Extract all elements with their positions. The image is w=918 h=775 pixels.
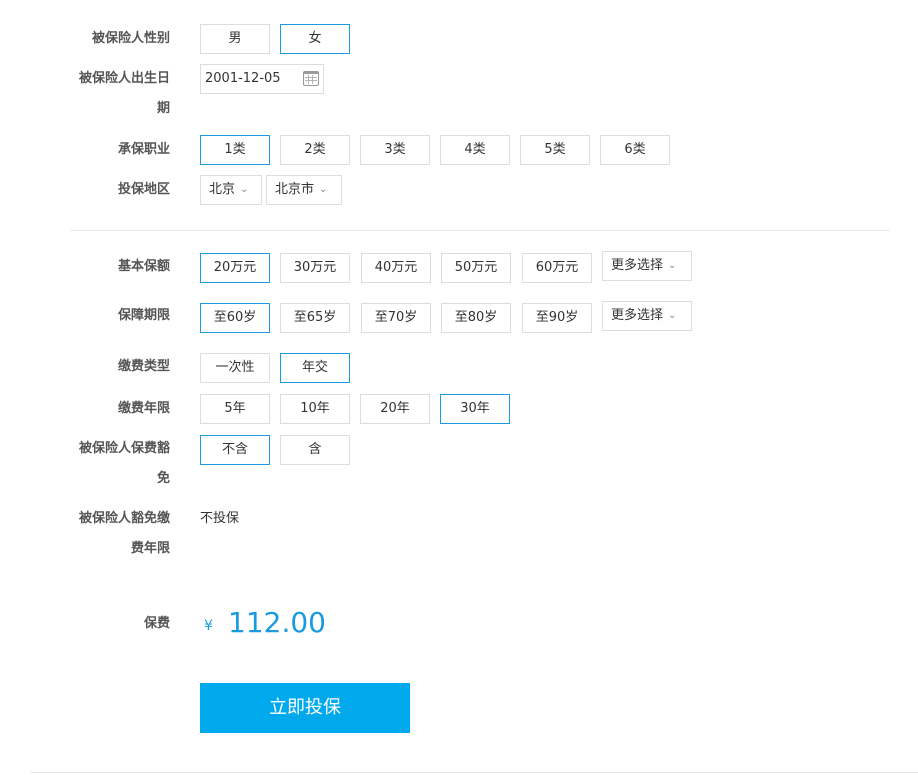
occupation-option-2[interactable]: 2类 [280,135,350,165]
waiver-period-value: 不投保 [200,511,240,526]
waiver-option-exclude[interactable]: 不含 [200,435,270,465]
coverage-option-50[interactable]: 50万元 [441,253,511,283]
payment-years-option-30[interactable]: 30年 [440,394,510,424]
birthdate-input[interactable]: 2001-12-05 [200,64,324,94]
period-option-60[interactable]: 至60岁 [200,303,270,333]
waiver-period-label-line1: 被保险人豁免缴 [78,511,170,526]
birthdate-value: 2001-12-05 [205,71,281,86]
chevron-down-icon: ⌄ [319,184,328,195]
occupation-option-1[interactable]: 1类 [200,135,270,165]
payment-type-label: 缴费类型 [117,359,170,374]
gender-option-female[interactable]: 女 [280,24,350,54]
waiver-label-line1: 被保险人保费豁 [78,441,170,456]
footer-divider [30,772,918,773]
region-label: 投保地区 [117,182,170,197]
gender-option-male[interactable]: 男 [200,24,270,54]
coverage-more-select[interactable]: 更多选择 ⌄ [602,251,692,281]
coverage-more-label: 更多选择 [611,258,664,273]
payment-years-option-5[interactable]: 5年 [200,394,270,424]
waiver-label-line2: 免 [156,471,170,486]
period-more-select[interactable]: 更多选择 ⌄ [602,301,692,331]
city-select[interactable]: 北京市 ⌄ [266,175,342,205]
occupation-label: 承保职业 [117,142,170,157]
premium-currency: ¥ [204,618,213,634]
period-option-80[interactable]: 至80岁 [441,303,511,333]
coverage-option-30[interactable]: 30万元 [280,253,350,283]
coverage-option-20[interactable]: 20万元 [200,253,270,283]
occupation-option-6[interactable]: 6类 [600,135,670,165]
waiver-option-include[interactable]: 含 [280,435,350,465]
period-option-90[interactable]: 至90岁 [522,303,592,333]
chevron-down-icon: ⌄ [668,310,677,321]
province-select[interactable]: 北京 ⌄ [200,175,262,205]
period-option-70[interactable]: 至70岁 [361,303,431,333]
premium-amount: 112.00 [228,606,326,639]
birthdate-label-line1: 被保险人出生日 [78,71,170,86]
coverage-label: 基本保额 [117,259,170,274]
period-more-label: 更多选择 [611,308,664,323]
payment-type-option-single[interactable]: 一次性 [200,353,270,383]
waiver-period-label-line2: 费年限 [130,541,170,556]
payment-years-option-20[interactable]: 20年 [360,394,430,424]
payment-type-option-annual[interactable]: 年交 [280,353,350,383]
occupation-option-4[interactable]: 4类 [440,135,510,165]
payment-years-label: 缴费年限 [117,401,170,416]
occupation-option-5[interactable]: 5类 [520,135,590,165]
occupation-option-3[interactable]: 3类 [360,135,430,165]
chevron-down-icon: ⌄ [668,260,677,271]
payment-years-option-10[interactable]: 10年 [280,394,350,424]
chevron-down-icon: ⌄ [240,184,249,195]
coverage-option-60[interactable]: 60万元 [522,253,592,283]
calendar-icon[interactable] [303,71,319,86]
coverage-option-40[interactable]: 40万元 [361,253,431,283]
section-divider [70,230,890,231]
premium-label: 保费 [143,616,170,631]
birthdate-label-line2: 期 [156,101,170,116]
province-value: 北京 [209,182,236,197]
period-label: 保障期限 [117,308,170,323]
gender-label: 被保险人性别 [91,31,170,46]
submit-button[interactable]: 立即投保 [200,683,410,733]
city-value: 北京市 [275,182,315,197]
period-option-65[interactable]: 至65岁 [280,303,350,333]
